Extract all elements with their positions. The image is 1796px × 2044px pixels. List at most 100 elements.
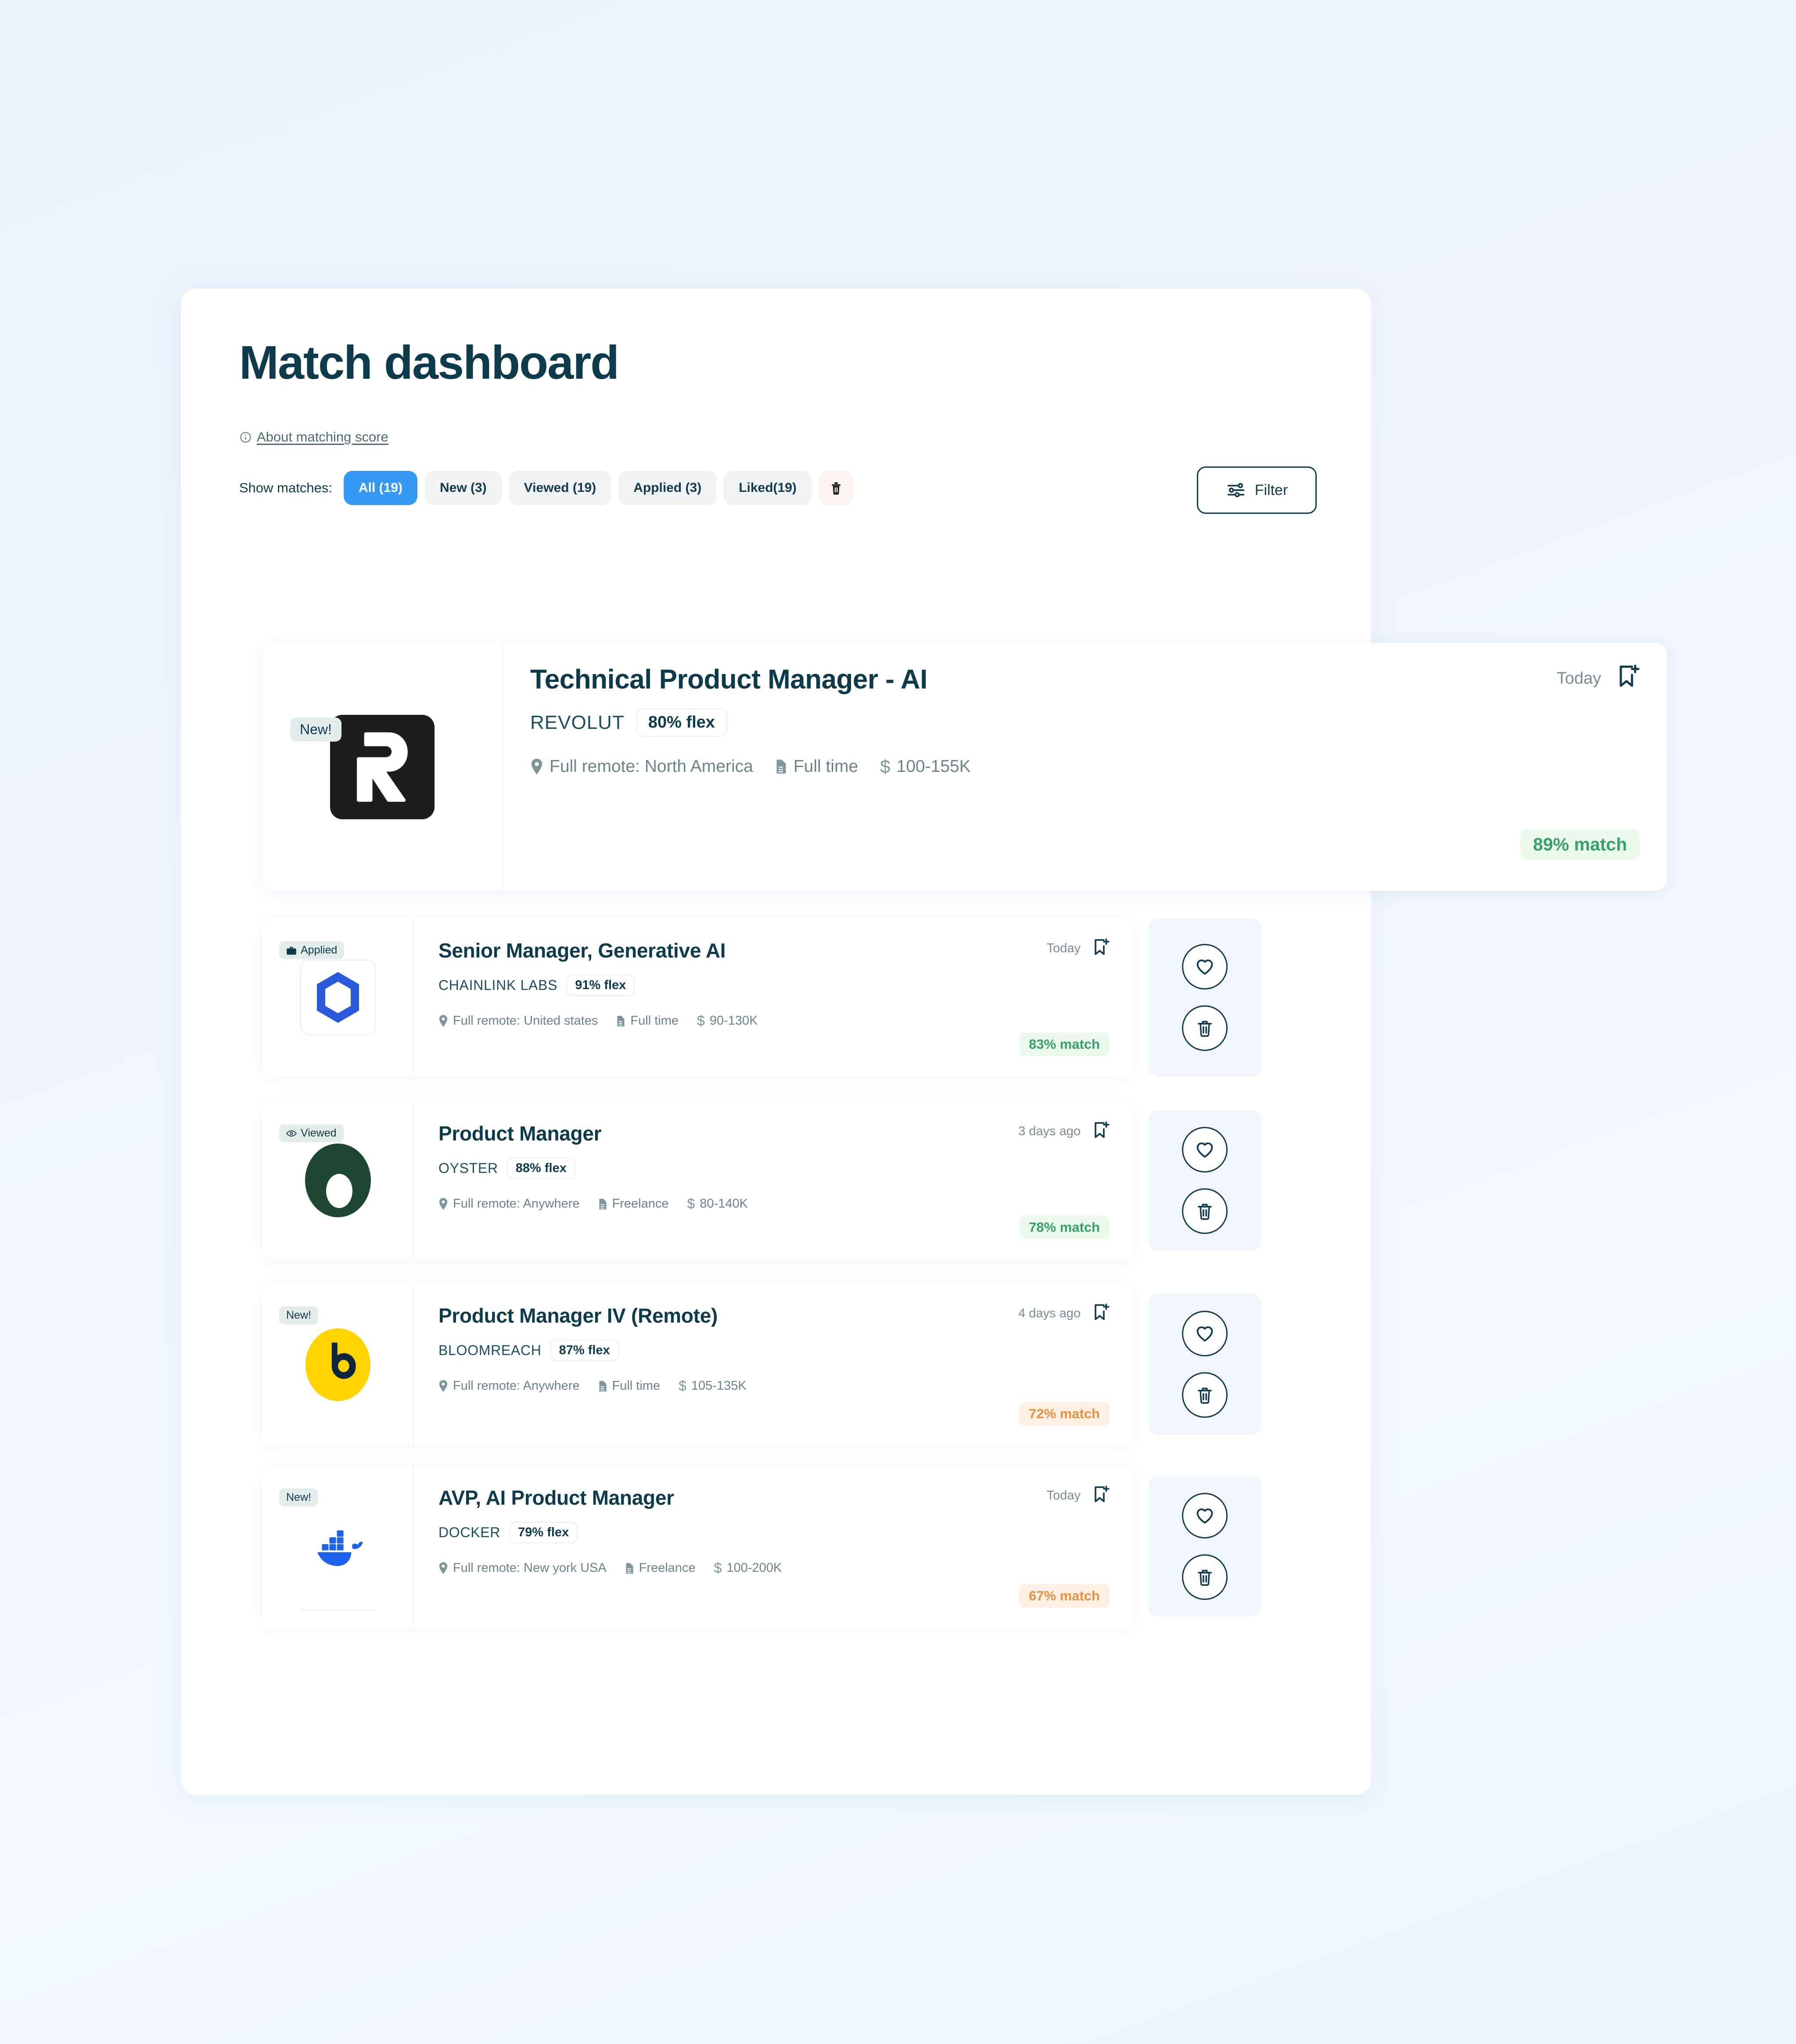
job-match-badge: 67% match — [1019, 1584, 1110, 1608]
map-pin-icon — [438, 1380, 448, 1392]
bookmark-add-icon[interactable] — [1092, 1121, 1110, 1140]
dollar-icon: $ — [687, 1196, 695, 1212]
job-employment: Full time — [616, 1014, 679, 1028]
job-actions — [1148, 1476, 1261, 1617]
show-matches-label: Show matches: — [239, 480, 332, 495]
delete-button[interactable] — [1182, 1554, 1228, 1600]
job-company-row: CHAINLINK LABS 91% flex — [438, 975, 1108, 996]
featured-job-card[interactable]: New! Technical Product Manager - AI REVO… — [262, 643, 1667, 891]
chainlink-logo — [300, 960, 376, 1035]
job-company-name: CHAINLINK LABS — [438, 977, 558, 993]
featured-company-name: REVOLUT — [530, 711, 625, 733]
job-status-badge: New! — [279, 1306, 318, 1324]
job-actions — [1148, 1294, 1261, 1434]
job-logo-column: New! — [262, 1466, 414, 1628]
job-employment-text: Freelance — [639, 1561, 696, 1575]
featured-meta-row: Full remote: North America Full time $ 1… — [530, 756, 1640, 777]
about-matching-score-link[interactable]: About matching score — [239, 429, 388, 445]
like-button[interactable] — [1182, 1493, 1228, 1538]
job-meta-row: Full remote: Anywhere Freelance $ 80-140… — [438, 1196, 1108, 1212]
trash-icon — [1195, 1567, 1214, 1587]
chip-viewed[interactable]: Viewed (19) — [509, 471, 611, 505]
chip-new[interactable]: New (3) — [424, 471, 502, 505]
job-company-name: OYSTER — [438, 1160, 498, 1176]
featured-salary-text: 100-155K — [896, 757, 971, 776]
briefcase-icon — [286, 946, 297, 955]
job-salary: $ 90-130K — [697, 1013, 758, 1029]
job-card[interactable]: Applied Senior Manager, Generative AI CH… — [262, 918, 1132, 1076]
chip-all[interactable]: All (19) — [343, 471, 417, 505]
job-card[interactable]: New! AVP, AI Product Manager DOCKER 79% … — [262, 1466, 1132, 1628]
document-icon — [625, 1563, 634, 1574]
job-flex-badge: 87% flex — [550, 1340, 619, 1361]
chip-liked[interactable]: Liked(19) — [724, 471, 812, 505]
chip-applied[interactable]: Applied (3) — [618, 471, 717, 505]
job-salary-text: 80-140K — [700, 1197, 748, 1211]
job-salary: $ 105-135K — [679, 1378, 747, 1394]
job-status-badge-label: Applied — [301, 944, 338, 956]
dollar-icon: $ — [679, 1378, 686, 1394]
eye-icon — [286, 1130, 297, 1137]
heart-icon — [1195, 1506, 1215, 1526]
bookmark-add-icon[interactable] — [1092, 1485, 1110, 1504]
job-body: Senior Manager, Generative AI CHAINLINK … — [414, 918, 1132, 1076]
bookmark-add-icon[interactable] — [1092, 1303, 1110, 1322]
trash-icon — [1195, 1385, 1214, 1405]
map-pin-icon — [438, 1015, 448, 1027]
job-card[interactable]: New! Product Manager IV (Remote) BLOOMRE… — [262, 1284, 1132, 1446]
like-button[interactable] — [1182, 1311, 1228, 1356]
bookmark-add-icon[interactable] — [1092, 938, 1110, 957]
featured-employment: Full time — [775, 757, 858, 776]
like-button[interactable] — [1182, 1127, 1228, 1173]
document-icon — [616, 1015, 625, 1027]
job-row: New! Product Manager IV (Remote) BLOOMRE… — [262, 1284, 1261, 1446]
job-company-name: BLOOMREACH — [438, 1342, 542, 1358]
job-location-text: Full remote: United states — [453, 1014, 598, 1028]
job-logo-column: Applied — [262, 918, 414, 1076]
filter-button-label: Filter — [1254, 481, 1288, 498]
document-icon — [775, 759, 787, 774]
job-logo-column: Viewed — [262, 1101, 414, 1259]
job-employment-text: Freelance — [612, 1197, 669, 1211]
delete-button[interactable] — [1182, 1372, 1228, 1418]
like-button[interactable] — [1182, 944, 1228, 990]
map-pin-icon — [530, 759, 543, 775]
job-card[interactable]: Viewed Product Manager OYSTER 88% flex F… — [262, 1101, 1132, 1259]
job-location: Full remote: Anywhere — [438, 1197, 580, 1211]
trash-icon — [830, 481, 843, 495]
document-icon — [598, 1381, 607, 1392]
featured-location-text: Full remote: North America — [550, 757, 753, 776]
show-matches-filter-bar: Show matches: All (19) New (3) Viewed (1… — [239, 471, 853, 505]
job-status-badge-label: New! — [286, 1491, 311, 1503]
docker-logo — [300, 1509, 376, 1585]
job-salary: $ 80-140K — [687, 1196, 747, 1212]
job-body: AVP, AI Product Manager DOCKER 79% flex … — [414, 1466, 1132, 1628]
job-salary-text: 100-200K — [726, 1561, 782, 1575]
bookmark-add-icon[interactable] — [1616, 664, 1640, 689]
featured-logo-column: New! — [262, 643, 503, 891]
heart-icon — [1195, 1323, 1215, 1344]
job-location: Full remote: Anywhere — [438, 1379, 580, 1393]
job-employment-text: Full time — [630, 1014, 679, 1028]
clear-filters-button[interactable] — [819, 471, 853, 505]
featured-location: Full remote: North America — [530, 757, 753, 776]
job-posted-date: 3 days ago — [1018, 1124, 1081, 1138]
job-employment: Freelance — [625, 1561, 696, 1575]
job-flex-badge: 91% flex — [566, 975, 635, 996]
job-posted-date: 4 days ago — [1018, 1306, 1081, 1320]
oyster-logo — [300, 1143, 376, 1218]
job-actions — [1148, 918, 1261, 1076]
job-status-badge: Viewed — [279, 1124, 344, 1142]
delete-button[interactable] — [1182, 1188, 1228, 1234]
delete-button[interactable] — [1182, 1005, 1228, 1051]
trash-icon — [1195, 1201, 1214, 1221]
job-match-badge: 83% match — [1019, 1033, 1110, 1056]
job-salary-text: 90-130K — [709, 1014, 758, 1028]
bloomreach-logo — [300, 1327, 376, 1402]
filter-button[interactable]: Filter — [1197, 466, 1317, 514]
job-meta-row: Full remote: Anywhere Full time $ 105-13… — [438, 1378, 1108, 1394]
featured-salary: $ 100-155K — [880, 756, 971, 777]
featured-status-badge: New! — [290, 717, 341, 742]
job-location: Full remote: United states — [438, 1014, 598, 1028]
job-match-badge: 72% match — [1019, 1402, 1110, 1426]
